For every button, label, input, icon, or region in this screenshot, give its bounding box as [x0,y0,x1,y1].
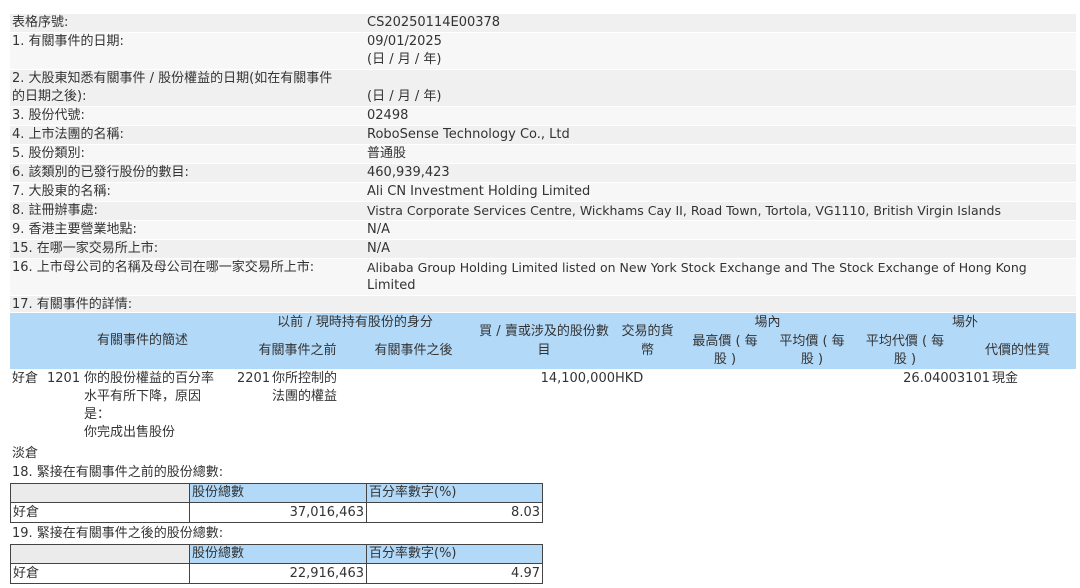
header-after: 有關事件之後 [374,343,453,358]
header-avg-consideration-cont: 股 ) [893,352,917,367]
share-class-value: 普通股 [367,146,407,161]
entry-before-capacity: 你所控制的 [272,371,338,386]
section-19-title: 19. 緊接在有關事件之後的股份總數: [12,526,224,541]
col-percentage: 百分率數字(%) [366,544,543,564]
field-label: 8. 註冊辦事處: [12,203,98,218]
header-highest: 最高價 ( 每 [692,334,758,349]
field-label: 5. 股份類別: [12,146,85,161]
entry-brief: 你完成出售股份 [84,425,176,440]
field-label: 6. 該類別的已發行股份的數目: [12,165,189,180]
header-average-cont: 股 ) [800,352,824,367]
percentage-before: 8.03 [366,502,543,523]
header-before: 有關事件之前 [258,343,337,358]
stock-code-value: 02498 [367,108,409,123]
header-on-exchange: 場內 [754,315,781,330]
header-consideration-nature: 代價的性質 [984,343,1050,358]
col-total-shares: 股份總數 [189,483,367,503]
header-avg-consideration: 平均代價 ( 每 [865,334,945,349]
row-band [10,145,1076,163]
field-label: 2. 大股東知悉有關事件 / 股份權益的日期(如在有關事件 [12,71,333,86]
date-format-hint: (日 / 月 / 年) [367,52,442,67]
company-name-value: RoboSense Technology Co., Ltd [367,127,570,142]
entry-avg-consideration: 26.04003101 [903,371,990,386]
row-band [10,296,1076,312]
field-label: 9. 香港主要營業地點: [12,222,137,237]
header-identity: 以前 / 現時持有股份的身分 [277,315,433,330]
field-label: 3. 股份代號: [12,108,85,123]
entry-code: 1201 [47,371,81,386]
registered-office-value: Vistra Corporate Services Centre, Wickha… [367,203,1001,218]
col-total-shares: 股份總數 [189,544,367,564]
row-band [10,33,1076,69]
header-off-exchange: 場外 [951,315,978,330]
header-currency: 交易的貨 [621,324,674,339]
shareholder-name-value: Ali CN Investment Holding Limited [367,184,591,199]
percentage-after: 4.97 [366,563,543,584]
row-band [10,221,1076,239]
row-label-long: 好倉 [10,563,190,584]
header-currency-cont: 幣 [640,343,654,358]
exchange-value: N/A [367,241,390,256]
field-label: 15. 在哪一家交易所上市: [12,241,159,256]
total-shares-after: 22,916,463 [189,563,367,584]
row-band [10,14,1076,32]
entry-before-capacity: 法團的權益 [272,389,338,404]
entry-shares: 14,100,000 [540,371,615,386]
header-brief: 有關事件的簡述 [96,333,188,348]
event-date-value: 09/01/2025 [367,34,442,49]
hk-business-place-value: N/A [367,222,390,237]
issued-shares-value: 460,939,423 [367,165,450,180]
parent-company-value: Alibaba Group Holding Limited listed on … [367,260,1027,275]
field-label: 16. 上市母公司的名稱及母公司在哪一家交易所上市: [12,260,315,275]
field-label: 7. 大股東的名稱: [12,184,111,199]
table-corner [10,544,190,564]
col-percentage: 百分率數字(%) [366,483,543,503]
header-average: 平均價 ( 每 [779,334,845,349]
section-18-title: 18. 緊接在有關事件之前的股份總數: [12,465,224,480]
header-shares-cont: 目 [537,343,551,358]
entry-consideration-nature: 現金 [992,371,1019,386]
entry-brief: 是： [84,407,111,422]
field-label: 的日期之後): [12,89,87,104]
field-label: 1. 有關事件的日期: [12,34,124,49]
table-corner [10,483,190,503]
section-17-title: 17. 有關事件的詳情: [12,297,133,312]
field-label: 4. 上市法團的名稱: [12,127,124,142]
form-serial-value: CS20250114E00378 [367,15,501,30]
header-shares: 買 / 賣或涉及的股份數 [479,324,609,339]
total-shares-before: 37,016,463 [189,502,367,523]
entry-brief: 你的股份權益的百分率 [84,371,215,386]
entry-brief: 水平有所下降，原因 [84,389,202,404]
entry-before-code: 2201 [237,371,271,386]
entry-currency: HKD [615,371,644,386]
short-position-label: 淡倉 [12,446,39,461]
header-highest-cont: 股 ) [713,352,737,367]
date-format-hint: (日 / 月 / 年) [367,89,442,104]
row-band [10,240,1076,258]
parent-company-value-cont: Limited [367,278,416,293]
row-label-long: 好倉 [10,502,190,523]
field-label: 表格序號: [12,15,69,30]
entry-position: 好倉 [12,371,39,386]
row-band [10,107,1076,125]
